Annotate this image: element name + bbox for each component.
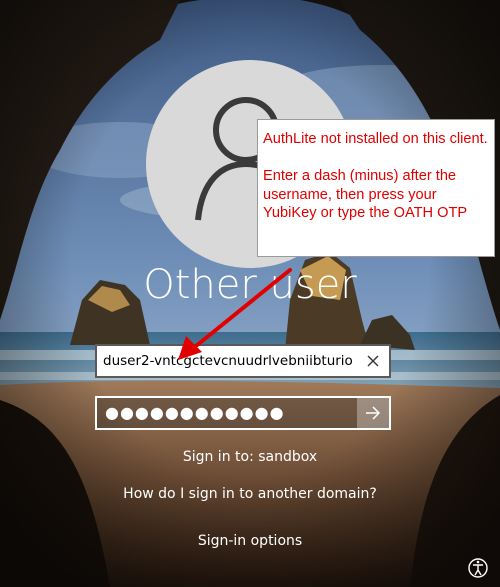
user-title: Other user (143, 262, 357, 308)
callout-line-1: AuthLite not installed on this client. (263, 131, 488, 147)
close-icon (367, 355, 379, 367)
sign-in-options-link[interactable]: Sign-in options (0, 533, 500, 549)
username-input[interactable] (97, 346, 359, 376)
submit-button[interactable] (357, 398, 389, 428)
annotation-callout: AuthLite not installed on this client. E… (257, 119, 495, 257)
username-field[interactable] (95, 344, 391, 378)
arrow-right-icon (366, 406, 381, 420)
password-dots: ●●●●●●●●●●●● (105, 403, 285, 422)
sign-in-domain-label: Sign in to: sandbox (182, 449, 318, 465)
callout-line-2: Enter a dash (minus) after the username,… (263, 168, 468, 221)
password-field[interactable]: ●●●●●●●●●●●● (95, 396, 391, 430)
clear-username-button[interactable] (359, 346, 387, 376)
how-to-sign-in-link[interactable]: How do I sign in to another domain? (0, 486, 500, 502)
ease-of-access-icon[interactable] (466, 556, 490, 580)
